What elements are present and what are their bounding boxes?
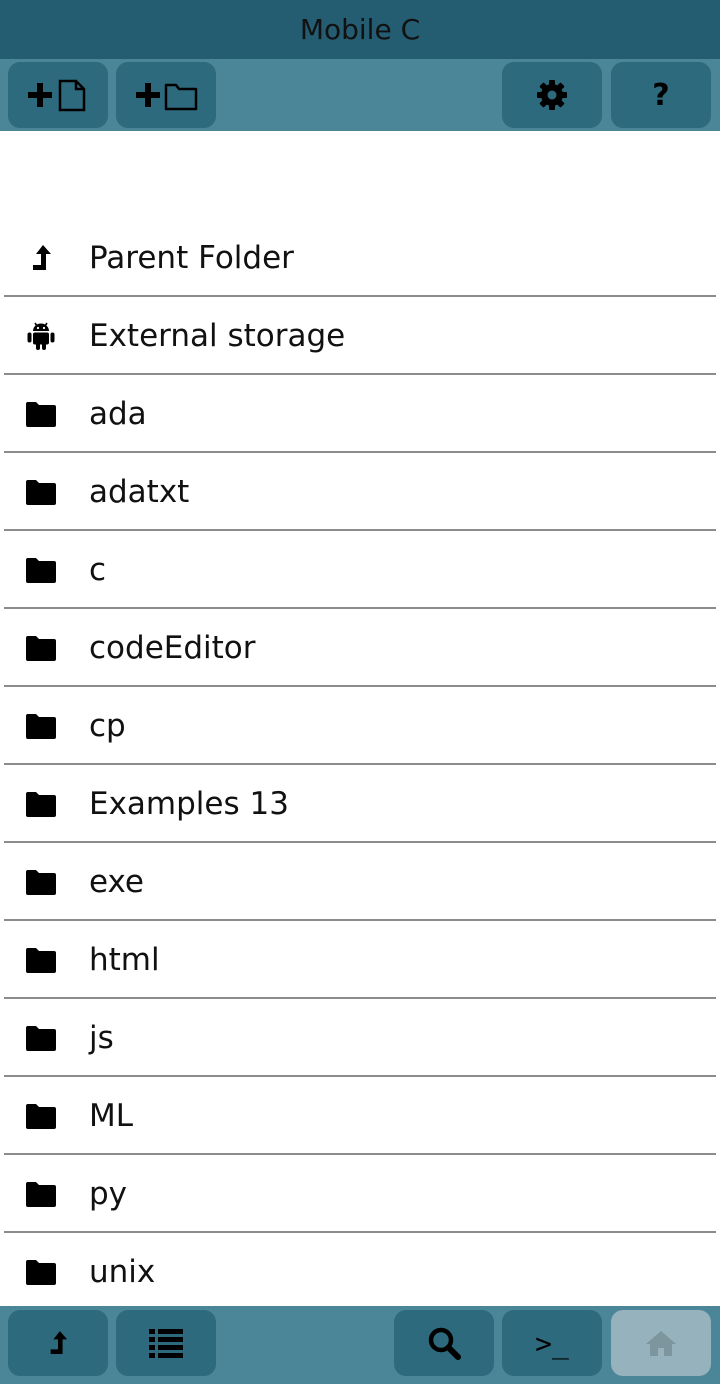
folder-icon (24, 787, 58, 821)
folder-icon (24, 397, 58, 431)
list-item-folder[interactable]: cp (0, 687, 720, 765)
folder-icon (24, 1177, 58, 1211)
parent-folder-icon (50, 1331, 68, 1354)
list-item-label: ada (89, 396, 147, 432)
list-item-parent-folder[interactable]: Parent Folder (0, 219, 720, 297)
new-file-button[interactable] (8, 62, 108, 128)
list-item-label: js (89, 1020, 114, 1056)
list-item-folder[interactable]: html (0, 921, 720, 999)
file-list: Parent Folder External storage ada adatx… (0, 219, 720, 1311)
folder-icon (24, 1099, 58, 1133)
list-item-label: unix (89, 1254, 156, 1290)
list-button[interactable] (116, 1310, 216, 1376)
app-title: Mobile C (299, 13, 421, 46)
list-item-label: Examples 13 (89, 786, 289, 822)
top-toolbar: ? (0, 59, 720, 131)
list-item-folder[interactable]: codeEditor (0, 609, 720, 687)
up-button[interactable] (8, 1310, 108, 1376)
folder-icon (24, 1021, 58, 1055)
list-item-external-storage[interactable]: External storage (0, 297, 720, 375)
list-icon (149, 1329, 183, 1358)
home-button[interactable] (611, 1310, 711, 1376)
list-item-label: ML (89, 1098, 134, 1134)
terminal-icon: >_ (535, 1326, 569, 1360)
gear-icon (537, 80, 567, 110)
folder-icon (24, 475, 58, 509)
list-item-label: exe (89, 864, 144, 900)
new-folder-button[interactable] (116, 62, 216, 128)
list-item-folder[interactable]: Examples 13 (0, 765, 720, 843)
list-item-label: cp (89, 708, 126, 744)
list-item-label: codeEditor (89, 630, 256, 666)
bottom-toolbar: >_ (0, 1306, 720, 1384)
folder-icon (24, 631, 58, 665)
list-item-label: py (89, 1176, 128, 1212)
search-button[interactable] (394, 1310, 494, 1376)
list-item-folder[interactable]: ada (0, 375, 720, 453)
list-item-label: External storage (89, 318, 346, 354)
terminal-button[interactable]: >_ (502, 1310, 602, 1376)
list-item-label: c (89, 552, 107, 588)
folder-icon (24, 553, 58, 587)
list-item-folder[interactable]: unix (0, 1233, 720, 1311)
list-item-folder[interactable]: exe (0, 843, 720, 921)
list-item-label: Parent Folder (89, 240, 294, 276)
list-item-label: adatxt (89, 474, 190, 510)
list-item-folder[interactable]: ML (0, 1077, 720, 1155)
list-item-label: html (89, 942, 160, 978)
folder-icon (24, 709, 58, 743)
plus-file-icon (28, 79, 86, 112)
list-item-folder[interactable]: py (0, 1155, 720, 1233)
question-icon: ? (652, 77, 670, 113)
folder-icon (24, 865, 58, 899)
help-button[interactable]: ? (611, 62, 711, 128)
list-item-folder[interactable]: c (0, 531, 720, 609)
title-bar: Mobile C (0, 0, 720, 59)
plus-folder-icon (136, 83, 198, 111)
android-icon (24, 319, 58, 353)
search-icon (428, 1327, 461, 1360)
folder-icon (24, 1255, 58, 1289)
home-icon (646, 1331, 676, 1356)
list-item-folder[interactable]: js (0, 999, 720, 1077)
parent-folder-icon (24, 241, 58, 275)
folder-icon (24, 943, 58, 977)
list-item-folder[interactable]: adatxt (0, 453, 720, 531)
settings-button[interactable] (502, 62, 602, 128)
